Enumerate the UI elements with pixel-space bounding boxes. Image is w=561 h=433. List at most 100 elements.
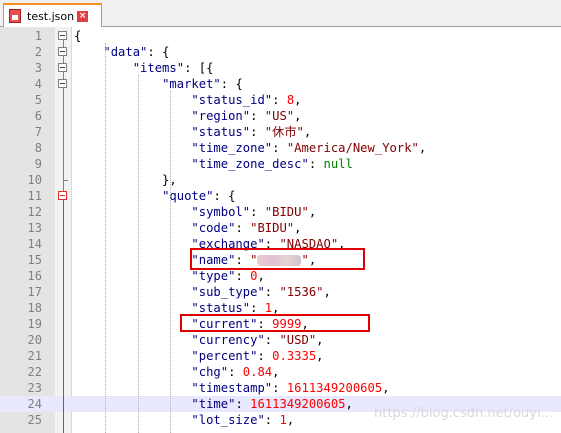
json-string: "休市": [264, 125, 304, 139]
line-number: 23: [27, 381, 42, 395]
line-number: 20: [27, 333, 42, 347]
indent-guide: [105, 43, 106, 433]
line-number: 21: [27, 349, 42, 363]
json-punct: [74, 397, 191, 411]
json-punct: ,: [294, 221, 302, 235]
watermark: https://blog.csdn.net/ouyi...: [374, 406, 553, 421]
json-key: "status": [191, 301, 251, 315]
code-text: },: [74, 172, 177, 188]
tab-test-json[interactable]: test.json ×: [3, 3, 102, 27]
line-number: 2: [34, 45, 42, 59]
code-line[interactable]: 22 "chg": 0.84,: [0, 364, 561, 380]
code-line[interactable]: 1{: [0, 28, 561, 44]
tab-title[interactable]: test.json: [27, 10, 74, 23]
code-line[interactable]: 3 "items": [{: [0, 60, 561, 76]
json-punct: :: [250, 125, 265, 139]
code-text: "region": "US",: [74, 108, 302, 124]
json-punct: [74, 301, 191, 315]
code-line[interactable]: 5 "status_id": 8,: [0, 92, 561, 108]
line-number: 17: [27, 285, 42, 299]
json-string: "USD": [279, 333, 317, 347]
json-number: 1611349200605: [286, 381, 383, 395]
code-text: "symbol": "BIDU",: [74, 204, 316, 220]
line-number: 18: [27, 301, 42, 315]
json-punct: [74, 237, 191, 251]
json-punct: [74, 333, 191, 347]
json-keyword: null: [323, 157, 353, 171]
line-number: 8: [34, 141, 42, 155]
json-punct: [74, 365, 191, 379]
code-line[interactable]: 6 "region": "US",: [0, 108, 561, 124]
line-number: 19: [27, 317, 42, 331]
code-line[interactable]: 11 "quote": {: [0, 188, 561, 204]
json-punct: [74, 61, 133, 75]
code-line[interactable]: 12 "symbol": "BIDU",: [0, 204, 561, 220]
close-icon[interactable]: ×: [77, 10, 89, 22]
json-punct: [74, 285, 191, 299]
json-punct: [74, 253, 191, 267]
indent-guide: [138, 75, 139, 433]
json-punct: [74, 413, 191, 427]
code-line[interactable]: 10 },: [0, 172, 561, 188]
json-punct: [74, 141, 191, 155]
json-number: 0.84: [242, 365, 273, 379]
json-punct: :: [264, 333, 280, 347]
json-punct: {: [74, 29, 82, 43]
code-line[interactable]: 7 "status": "休市",: [0, 124, 561, 140]
json-punct: [74, 125, 191, 139]
json-number: 1: [279, 413, 287, 427]
json-key: "lot_size": [191, 413, 265, 427]
fold-toggle-icon[interactable]: [58, 31, 67, 40]
line-number: 22: [27, 365, 42, 379]
json-string: "US": [264, 109, 295, 123]
json-punct: ,: [382, 381, 390, 395]
code-text: "quote": {: [74, 188, 235, 204]
code-line[interactable]: 17 "sub_type": "1536",: [0, 284, 561, 300]
json-punct: ,: [272, 301, 280, 315]
code-line[interactable]: 9 "time_zone_desc": null: [0, 156, 561, 172]
json-key: "symbol": [191, 205, 251, 219]
editor-area[interactable]: 1{2 "data": {3 "items": [{4 "market": {5…: [0, 27, 561, 433]
code-line[interactable]: 20 "currency": "USD",: [0, 332, 561, 348]
line-number: 9: [34, 157, 42, 171]
json-punct: [74, 269, 191, 283]
json-punct: : {: [220, 77, 243, 91]
json-key: "items": [132, 61, 185, 75]
json-key: "percent": [191, 349, 258, 363]
json-punct: [74, 317, 191, 331]
code-line[interactable]: 2 "data": {: [0, 44, 561, 60]
json-number: 1611349200605: [250, 397, 346, 411]
line-number: 6: [34, 109, 42, 123]
code-line[interactable]: 16 "type": 0,: [0, 268, 561, 284]
code-line[interactable]: 13 "code": "BIDU",: [0, 220, 561, 236]
json-punct: ,: [323, 285, 331, 299]
fold-toggle-icon[interactable]: [58, 47, 67, 56]
code-line[interactable]: 21 "percent": 0.3335,: [0, 348, 561, 364]
json-punct: ,: [303, 125, 312, 139]
json-punct: :: [264, 413, 280, 427]
fold-toggle-icon[interactable]: [58, 191, 67, 200]
json-punct: ,: [294, 109, 302, 123]
json-punct: :: [250, 109, 265, 123]
fold-toggle-icon[interactable]: [58, 79, 67, 88]
json-punct: :: [235, 397, 251, 411]
json-punct: :: [272, 381, 287, 395]
json-key: "chg": [191, 365, 229, 379]
json-string: "America/New_York": [286, 141, 419, 155]
code-line[interactable]: 23 "timestamp": 1611349200605,: [0, 380, 561, 396]
line-number: 1: [34, 29, 42, 43]
json-punct: : [{: [184, 61, 214, 75]
code-text: "status_id": 8,: [74, 92, 301, 108]
json-key: "code": [191, 221, 236, 235]
json-punct: ,: [286, 413, 295, 427]
json-key: "time_zone": [191, 141, 273, 155]
code-text: "sub_type": "1536",: [74, 284, 331, 300]
code-text: "items": [{: [74, 60, 214, 76]
json-key: "type": [191, 269, 236, 283]
code-line[interactable]: 4 "market": {: [0, 76, 561, 92]
line-number: 7: [34, 125, 42, 139]
fold-toggle-icon[interactable]: [58, 63, 67, 72]
json-key: "timestamp": [191, 381, 273, 395]
code-line[interactable]: 8 "time_zone": "America/New_York",: [0, 140, 561, 156]
code-text: "lot_size": 1,: [74, 412, 294, 428]
